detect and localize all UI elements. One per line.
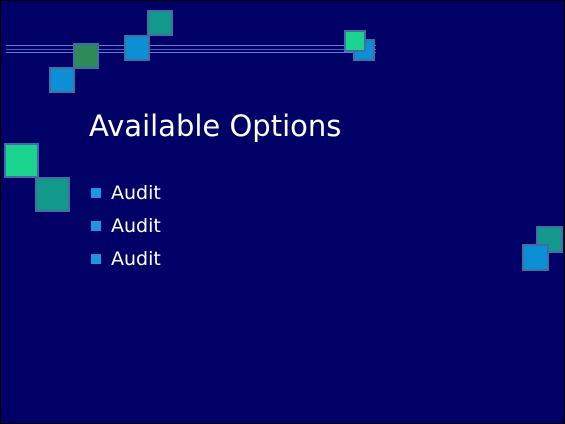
slide: Available Options Audit Audit Audit [0,0,565,424]
bullet-text: Audit [111,215,161,237]
decorative-square [35,177,70,212]
decorative-line [6,52,376,53]
square-bullet-icon [91,221,101,231]
decorative-square [4,143,39,178]
decorative-line [6,45,376,46]
decorative-square [124,35,150,61]
decorative-square [73,43,99,69]
square-bullet-icon [91,188,101,198]
decorative-square [522,244,549,271]
square-bullet-icon [91,254,101,264]
decorative-square [49,67,75,93]
decorative-line [6,49,376,50]
bullet-text: Audit [111,248,161,270]
decorative-square [147,10,173,36]
decorative-square [344,30,366,52]
bullet-text: Audit [111,182,161,204]
slide-title: Available Options [89,109,342,143]
